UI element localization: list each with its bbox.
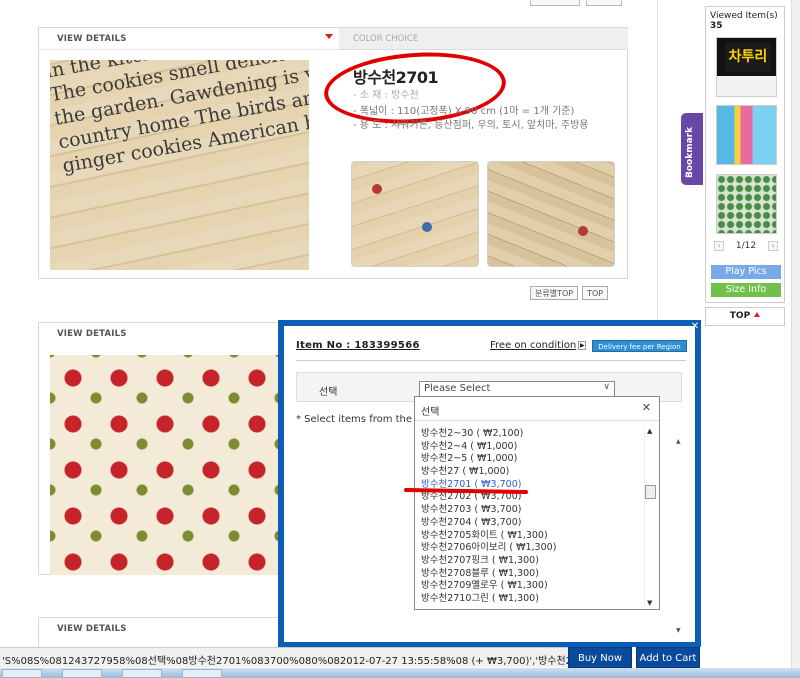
bookmark-tab[interactable]: Bookmark: [681, 113, 703, 185]
viewed-items-count: 35: [710, 21, 723, 31]
color-thumbnail[interactable]: [487, 161, 615, 267]
free-condition-label: Free on condition: [490, 340, 577, 351]
thumbnail-logo: 차투리: [725, 42, 771, 72]
thumbnail-footer: [717, 76, 776, 96]
dropdown-option[interactable]: 방수천2708블루 ( ₩1,300): [421, 568, 641, 581]
product-image[interactable]: in the kitchen.The cookies smell delicio…: [50, 60, 309, 270]
dropdown-option[interactable]: 방수천2~5 ( ₩1,000): [421, 453, 641, 466]
next-icon[interactable]: ›: [768, 241, 778, 251]
viewed-items-sidebar: Viewed Item(s) 35 차투리 ‹ 1/12 › Play Pics…: [705, 6, 785, 303]
selection-note: * Select items from the a: [296, 414, 422, 425]
option-label: 선택: [319, 387, 338, 398]
viewed-item-thumbnail[interactable]: [716, 105, 777, 165]
scroll-thumb[interactable]: [645, 485, 656, 499]
color-thumbnail[interactable]: [351, 161, 479, 267]
scroll-up-icon[interactable]: ▲: [647, 427, 652, 435]
page-scrollbar[interactable]: [791, 0, 800, 678]
dropdown-option[interactable]: 방수천2706아이보리 ( ₩1,300): [421, 542, 641, 555]
top-buttons-row: [530, 0, 622, 6]
card-buttons: 분류별TOP TOP: [530, 286, 609, 300]
add-to-cart-button[interactable]: Add to Cart: [636, 647, 700, 668]
option-select[interactable]: Please Select ∨: [419, 381, 615, 397]
view-details-label: VIEW DETAILS: [57, 329, 127, 339]
free-condition-link[interactable]: Free on condition ▶: [490, 340, 587, 351]
top-button-cut-1[interactable]: [530, 0, 580, 6]
select-value: Please Select: [424, 383, 491, 394]
taskbar-item[interactable]: [182, 669, 222, 678]
scroll-down-icon[interactable]: ▼: [647, 599, 652, 607]
taskbar-item[interactable]: [62, 669, 102, 678]
dropdown-title: 선택: [421, 407, 440, 418]
scroll-down-icon[interactable]: ▼: [676, 627, 681, 634]
product-card: VIEW DETAILS COLOR CHOICE in the kitchen…: [38, 27, 628, 279]
spec-width: - 폭넓이 : 110(고정폭) X 90 cm (1마 = 1개 기준): [353, 106, 575, 117]
option-dropdown: 선택 ✕ 방수천2~30 ( ₩2,100) 방수천2~4 ( ₩1,000) 방수…: [414, 396, 660, 610]
delivery-fee-button[interactable]: Delivery fee per Region: [592, 340, 687, 352]
dropdown-option[interactable]: 방수천2710그린 ( ₩1,300): [421, 593, 641, 606]
popup-scrollbar[interactable]: ▲ ▼: [676, 438, 683, 634]
taskbar-item[interactable]: [122, 669, 162, 678]
prev-icon[interactable]: ‹: [714, 241, 724, 251]
view-details-label: VIEW DETAILS: [57, 34, 127, 44]
taskbar-item[interactable]: [2, 669, 42, 678]
spec-usage: - 용 도 : 샤워커튼, 등산점퍼, 우의, 토시, 앞치마, 주방용: [353, 120, 589, 131]
item-number: Item No : 183399566: [296, 340, 420, 351]
viewed-items-header: Viewed Item(s) 35: [706, 7, 784, 31]
dropdown-header: 선택 ✕: [415, 397, 659, 421]
top-button-cut-2[interactable]: [586, 0, 622, 6]
viewed-pager: ‹ 1/12 ›: [714, 241, 778, 251]
bookmark-label: Bookmark: [685, 126, 695, 178]
play-pics-button[interactable]: Play Pics: [711, 265, 781, 279]
pager-text: 1/12: [735, 241, 757, 251]
category-top-button[interactable]: 분류별TOP: [530, 286, 579, 300]
taskbar: [0, 668, 800, 678]
dropdown-option[interactable]: 방수천2705화이트 ( ₩1,300): [421, 530, 641, 543]
product-image[interactable]: [50, 355, 309, 575]
dropdown-option[interactable]: 방수천2707핑크 ( ₩1,300): [421, 555, 641, 568]
sidebar-top-label: TOP: [729, 311, 751, 321]
arrow-right-icon: ▶: [578, 341, 587, 350]
color-choice-tab[interactable]: COLOR CHOICE: [339, 28, 628, 50]
dropdown-option[interactable]: 방수천2704 ( ₩3,700): [421, 517, 641, 530]
close-icon[interactable]: ✕: [642, 401, 651, 414]
fabric-motif: [422, 222, 432, 232]
viewed-item-thumbnail[interactable]: [716, 174, 777, 234]
divider: [296, 360, 686, 361]
fabric-motif: [578, 226, 588, 236]
fabric-print-decoration: in the kitchen.The cookies smell delicio…: [50, 60, 309, 178]
arrow-down-icon: [325, 34, 333, 39]
dropdown-option[interactable]: 방수천2703 ( ₩3,700): [421, 504, 641, 517]
status-bar: 'S%08S%081243727958%08선택%08방수천2701%08370…: [0, 647, 574, 667]
dropdown-option[interactable]: 방수천27 ( ₩1,000): [421, 466, 641, 479]
viewed-items-label: Viewed Item(s): [710, 11, 778, 21]
scroll-up-icon[interactable]: ▲: [676, 438, 681, 445]
view-details-tab[interactable]: VIEW DETAILS: [39, 28, 339, 50]
arrow-up-icon: [754, 312, 761, 317]
chevron-down-icon: ∨: [603, 382, 610, 392]
viewed-item-thumbnail[interactable]: 차투리: [716, 37, 777, 97]
dropdown-option[interactable]: 방수천2702 ( ₩3,700): [421, 491, 641, 504]
dropdown-scrollbar[interactable]: ▲ ▼: [644, 427, 656, 607]
option-list: 방수천2~30 ( ₩2,100) 방수천2~4 ( ₩1,000) 방수천2~5 …: [421, 428, 641, 606]
dropdown-option[interactable]: 방수천2~30 ( ₩2,100): [421, 428, 641, 441]
view-details-label: VIEW DETAILS: [57, 624, 127, 634]
dropdown-option[interactable]: 방수천2709옐로우 ( ₩1,300): [421, 580, 641, 593]
dropdown-option[interactable]: 방수천2~4 ( ₩1,000): [421, 441, 641, 454]
fabric-motif: [372, 184, 382, 194]
spec-material: - 소 재 : 방수천: [353, 90, 419, 101]
sidebar-top-button[interactable]: TOP: [705, 307, 785, 326]
top-button[interactable]: TOP: [582, 286, 609, 300]
buy-now-button[interactable]: Buy Now: [568, 647, 632, 668]
size-info-button[interactable]: Size Info: [711, 283, 781, 297]
